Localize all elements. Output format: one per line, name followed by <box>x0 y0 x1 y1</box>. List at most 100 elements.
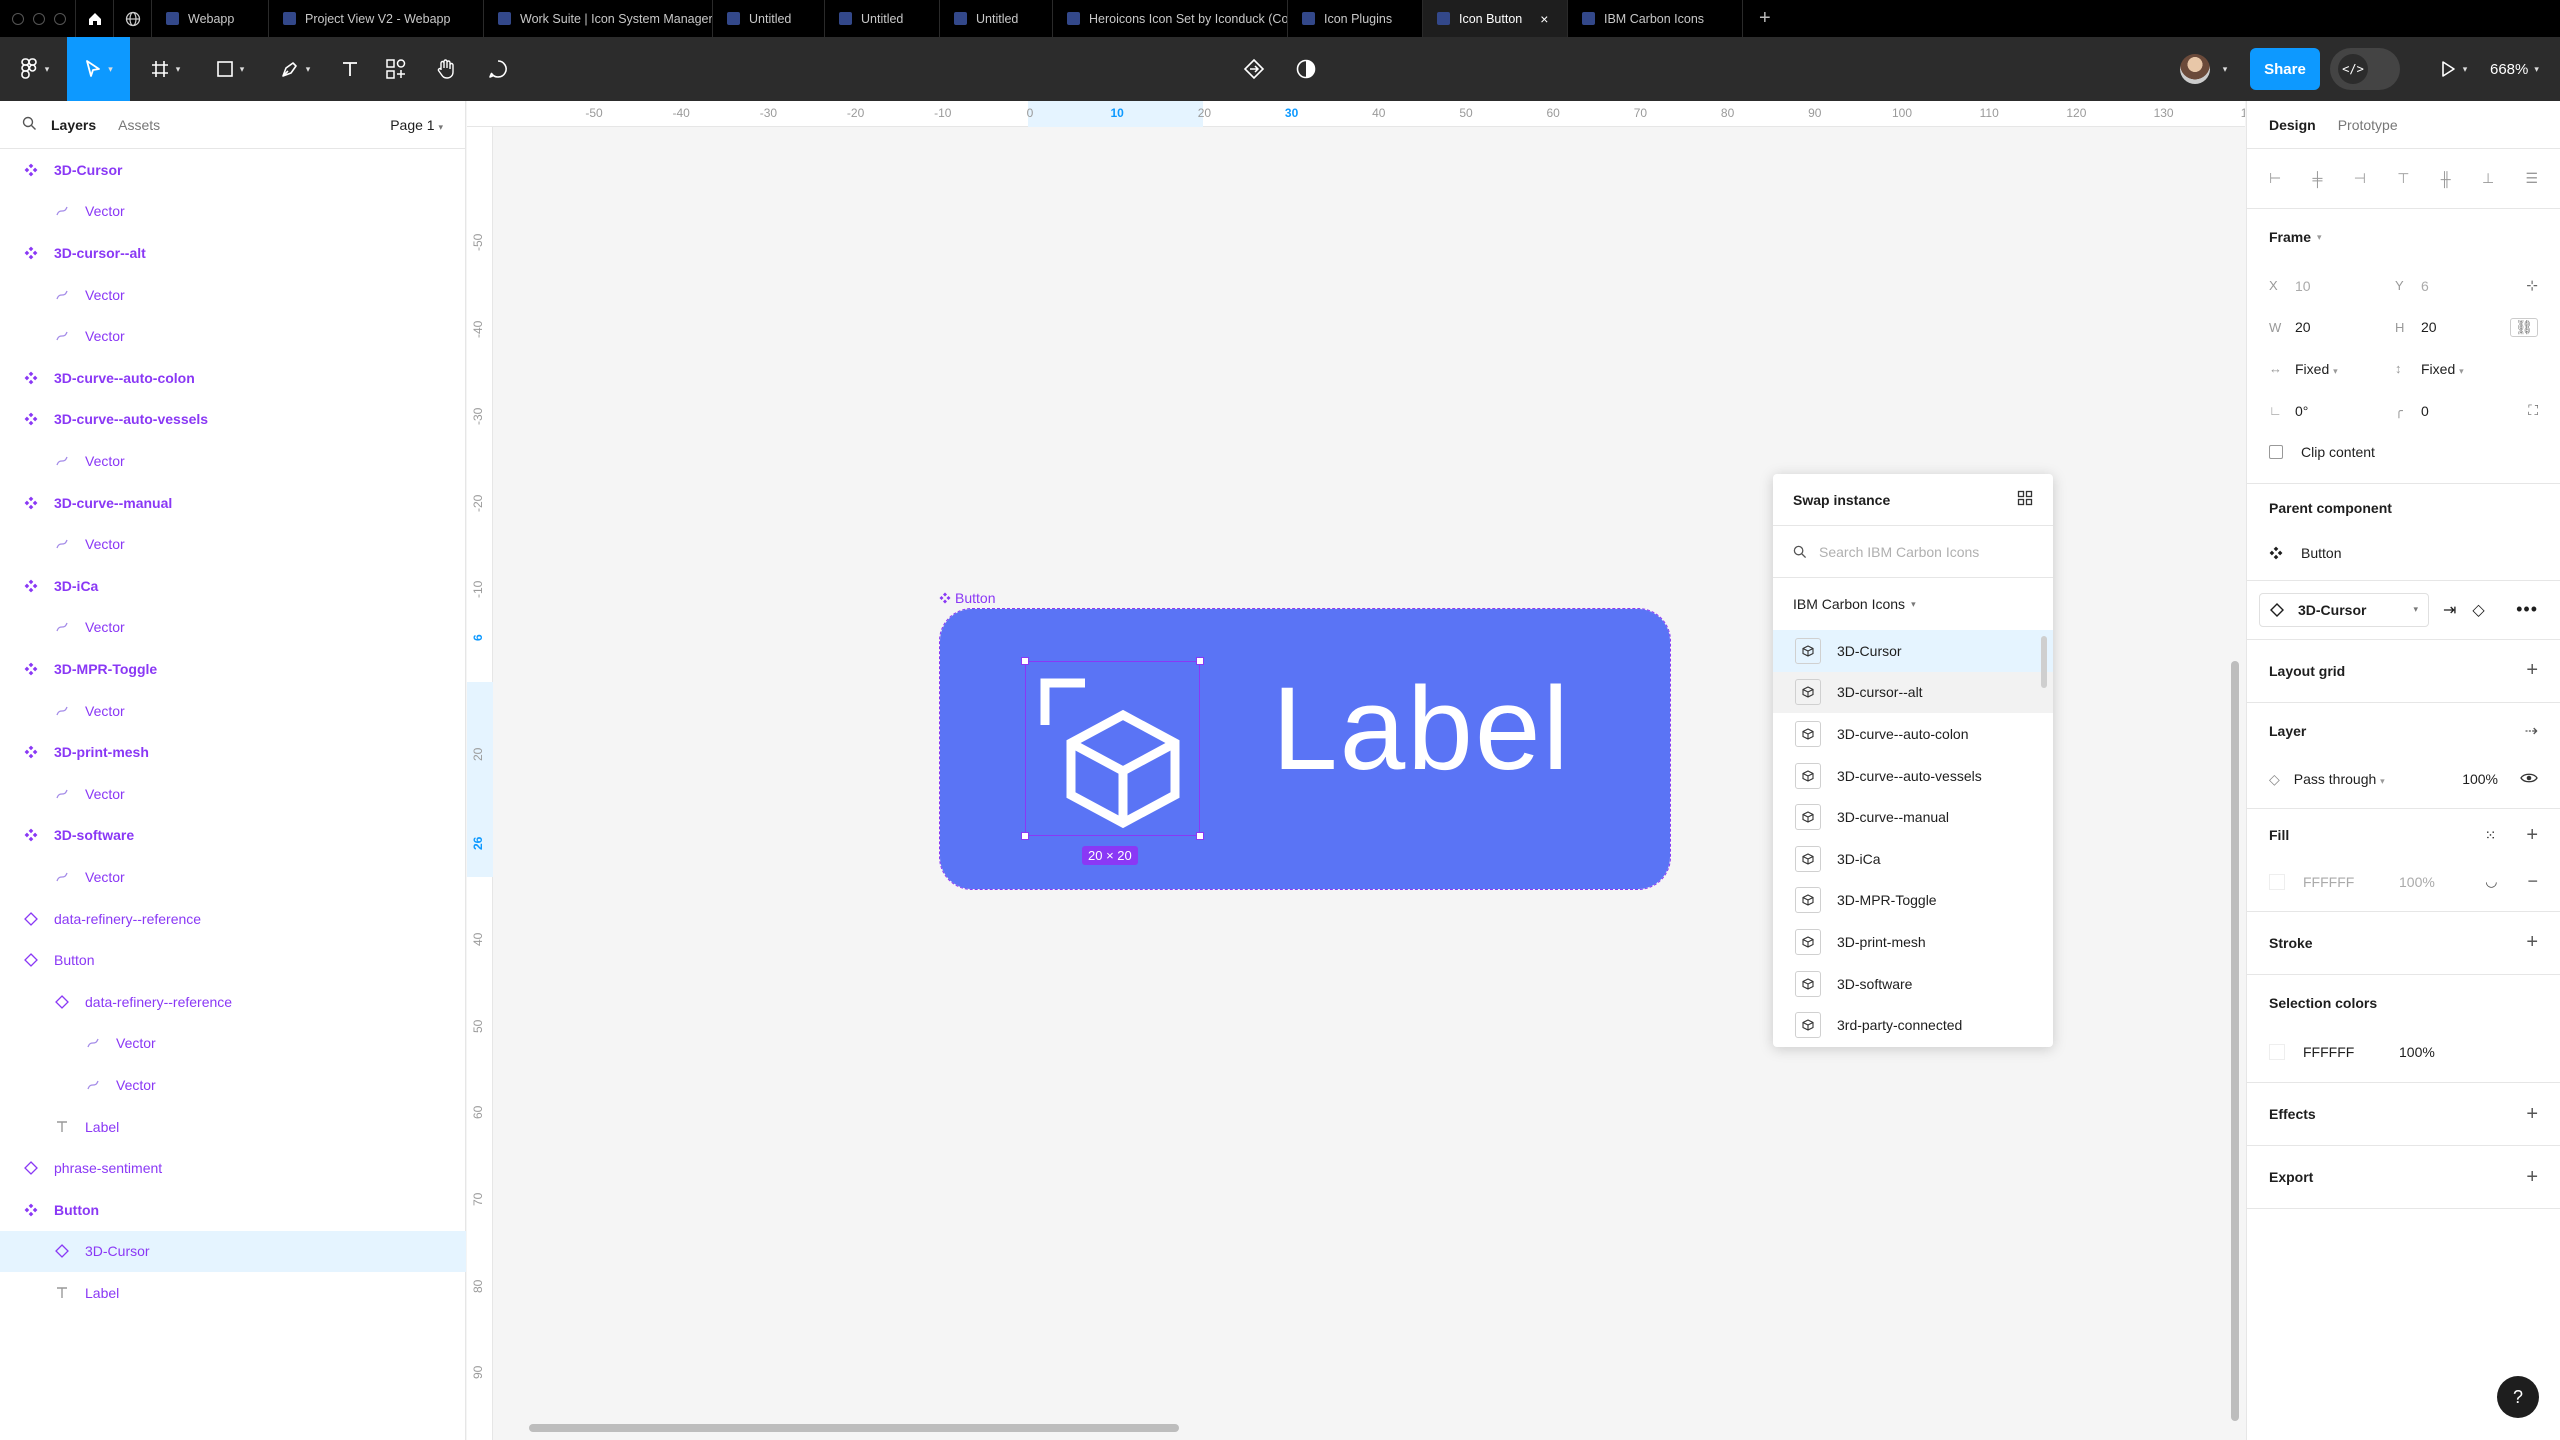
avatar-menu-chevron[interactable]: ▾ <box>2212 37 2232 101</box>
tab-assets[interactable]: Assets <box>118 117 160 133</box>
layer-row[interactable]: Vector <box>0 523 466 565</box>
layer-row[interactable]: Button <box>0 939 466 981</box>
align-horizontal-center-icon[interactable]: ╪ <box>2313 171 2323 187</box>
zoom-window-dot[interactable] <box>54 12 66 25</box>
close-tab-icon[interactable]: × <box>1540 11 1548 27</box>
independent-corners-icon[interactable]: ⛶ <box>2528 402 2538 419</box>
layer-opacity-input[interactable]: 100% <box>2462 771 2498 787</box>
layer-row[interactable]: Vector <box>0 856 466 898</box>
fill-hex-input[interactable]: FFFFFF <box>2303 874 2399 890</box>
resize-handle-bl[interactable] <box>1021 832 1029 840</box>
resize-handle-br[interactable] <box>1196 832 1204 840</box>
swap-icon-option[interactable]: 3D-cursor--alt <box>1773 671 2053 714</box>
style-grid-icon[interactable]: ⁙ <box>2485 827 2497 844</box>
swap-icon-option[interactable]: 3D-print-mesh <box>1773 921 2053 963</box>
go-to-main-component-icon[interactable]: ⇥ <box>2443 600 2456 620</box>
resize-handle-tl[interactable] <box>1021 657 1029 665</box>
layer-row[interactable]: Label <box>0 1272 466 1314</box>
share-button[interactable]: Share <box>2250 48 2320 90</box>
zoom-menu[interactable]: 668% ▾ <box>2490 37 2539 101</box>
layer-row[interactable]: Vector <box>0 690 466 732</box>
vertical-scrollbar[interactable] <box>2231 661 2239 1421</box>
remove-fill-button[interactable]: − <box>2527 871 2538 892</box>
swap-icon-option[interactable]: 3D-software <box>1773 963 2053 1005</box>
resources-tool[interactable] <box>378 37 414 101</box>
selection-color-row[interactable]: FFFFFF 100% <box>2247 1031 2560 1073</box>
browser-tab[interactable]: Heroicons Icon Set by Iconduck (Cor <box>1052 0 1287 37</box>
close-window-dot[interactable] <box>12 12 24 25</box>
layer-row[interactable]: data-refinery--reference <box>0 981 466 1023</box>
pen-tool[interactable]: ▾ <box>270 37 320 101</box>
selection-color-opacity[interactable]: 100% <box>2399 1044 2435 1060</box>
layer-row[interactable]: Vector <box>0 1023 466 1065</box>
tab-design[interactable]: Design <box>2269 117 2316 133</box>
browser-tab[interactable]: Icon Plugins <box>1287 0 1422 37</box>
browser-tab[interactable]: Webapp <box>151 0 268 37</box>
browser-tab[interactable]: IBM Carbon Icons <box>1567 0 1742 37</box>
swap-icon-option[interactable]: 3D-iCa <box>1773 838 2053 880</box>
browser-tab[interactable]: Untitled <box>712 0 824 37</box>
new-tab-button[interactable]: + <box>1742 0 1787 37</box>
parent-component-row[interactable]: Button <box>2247 532 2560 574</box>
y-input[interactable]: 6 <box>2421 278 2429 294</box>
swap-icon-option[interactable]: 3D-curve--auto-vessels <box>1773 755 2053 797</box>
horizontal-scrollbar[interactable] <box>529 1424 1179 1432</box>
more-options-icon[interactable]: ••• <box>2516 599 2538 620</box>
h-input[interactable]: 20 <box>2421 319 2437 335</box>
resize-handle-tr[interactable] <box>1196 657 1204 665</box>
layer-row[interactable]: Vector <box>0 607 466 649</box>
present-button[interactable]: ▾ <box>2428 37 2478 101</box>
selection-color-hex[interactable]: FFFFFF <box>2303 1044 2399 1060</box>
browser-tab[interactable]: Icon Button × <box>1422 0 1567 37</box>
component-swap-button[interactable] <box>1236 37 1272 101</box>
layer-row[interactable]: 3D-Cursor <box>0 149 466 191</box>
tab-layers[interactable]: Layers <box>51 117 96 133</box>
page-selector[interactable]: Page 1 ▾ <box>390 117 443 133</box>
corner-radius-input[interactable]: 0 <box>2421 403 2429 419</box>
distribute-icon[interactable]: ☰ <box>2525 170 2538 187</box>
blend-mode-select[interactable]: Pass through ▾ <box>2294 771 2385 787</box>
align-left-icon[interactable]: ⊢ <box>2269 170 2281 187</box>
layer-row[interactable]: 3D-curve--manual <box>0 482 466 524</box>
layer-row[interactable]: Button <box>0 1189 466 1231</box>
swap-search-field[interactable]: Search IBM Carbon Icons <box>1773 526 2053 578</box>
shape-tool[interactable]: ▾ <box>205 37 255 101</box>
align-top-icon[interactable]: ⊤ <box>2397 170 2409 187</box>
frame-section-title[interactable]: Frame ▾ <box>2247 209 2560 265</box>
reset-instance-icon[interactable]: ◇ <box>2472 600 2484 620</box>
add-effect-button[interactable]: + <box>2526 1103 2538 1126</box>
swap-icon-option[interactable]: 3D-curve--manual <box>1773 796 2053 838</box>
add-layout-grid-button[interactable]: + <box>2526 659 2538 682</box>
hand-tool[interactable] <box>428 37 464 101</box>
add-export-button[interactable]: + <box>2526 1166 2538 1189</box>
frame-tool[interactable]: ▾ <box>140 37 190 101</box>
layer-row[interactable]: 3D-print-mesh <box>0 731 466 773</box>
help-button[interactable]: ? <box>2497 1376 2539 1418</box>
home-tab[interactable] <box>75 0 113 37</box>
layer-row[interactable]: data-refinery--reference <box>0 898 466 940</box>
layer-row[interactable]: Vector <box>0 440 466 482</box>
align-vertical-center-icon[interactable]: ╫ <box>2441 171 2451 187</box>
layer-row[interactable]: 3D-Cursor <box>0 1230 466 1273</box>
browser-tab[interactable]: Project View V2 - Webapp <box>268 0 483 37</box>
rotation-input[interactable]: 0° <box>2295 403 2395 419</box>
dev-mode-toggle[interactable]: </> <box>2330 48 2400 90</box>
w-input[interactable]: 20 <box>2295 319 2395 335</box>
text-tool[interactable] <box>332 37 368 101</box>
selection-color-swatch[interactable] <box>2269 1043 2285 1060</box>
layer-row[interactable]: 3D-curve--auto-vessels <box>0 399 466 441</box>
layer-row[interactable]: 3D-iCa <box>0 565 466 607</box>
tab-prototype[interactable]: Prototype <box>2338 117 2398 133</box>
x-input[interactable]: 10 <box>2295 278 2395 294</box>
add-fill-button[interactable]: + <box>2526 824 2538 847</box>
layer-row[interactable]: Vector <box>0 191 466 233</box>
layer-row[interactable]: 3D-curve--auto-colon <box>0 357 466 399</box>
frame-label[interactable]: Button <box>939 590 995 606</box>
layer-row[interactable]: 3D-cursor--alt <box>0 232 466 274</box>
main-menu-button[interactable]: ▾ <box>10 37 60 101</box>
swap-list-scrollbar[interactable] <box>2041 636 2047 688</box>
swap-icon-option[interactable]: 3D-Cursor <box>1773 630 2053 672</box>
vertical-sizing-select[interactable]: Fixed ▾ <box>2421 361 2464 377</box>
constrain-proportions-icon[interactable]: ⛓ <box>2510 317 2538 337</box>
layer-row[interactable]: phrase-sentiment <box>0 1147 466 1189</box>
